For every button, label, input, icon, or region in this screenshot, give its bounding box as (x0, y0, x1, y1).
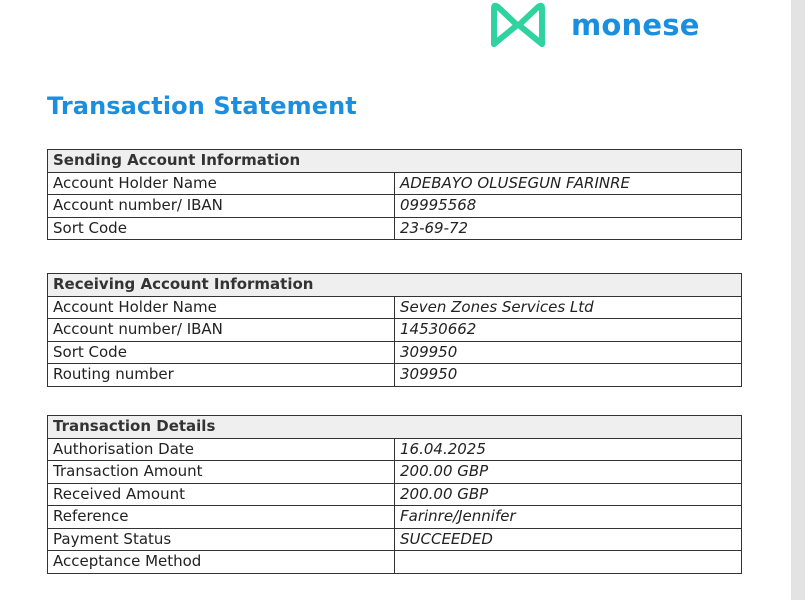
brand-name: monese (571, 8, 700, 42)
row-value: Farinre/Jennifer (394, 505, 742, 529)
table-row: Sort Code 309950 (47, 340, 742, 364)
row-value: 14530662 (394, 318, 742, 342)
row-label: Sort Code (47, 216, 395, 240)
row-value: ADEBAYO OLUSEGUN FARINRE (394, 171, 742, 195)
row-label: Received Amount (47, 482, 395, 506)
table-row: Sort Code 23-69-72 (47, 216, 742, 240)
section-heading: Transaction Details (47, 415, 742, 439)
row-value: Seven Zones Services Ltd (394, 295, 742, 319)
monese-logo-icon (491, 2, 545, 47)
row-label: Account Holder Name (47, 171, 395, 195)
table-row: Transaction Amount 200.00 GBP (47, 460, 742, 484)
table-row: Received Amount 200.00 GBP (47, 482, 742, 506)
row-label: Reference (47, 505, 395, 529)
section-heading: Receiving Account Information (47, 273, 742, 297)
row-label: Payment Status (47, 527, 395, 551)
row-label: Routing number (47, 363, 395, 387)
page-title: Transaction Statement (47, 92, 357, 120)
table-row: Account Holder Name Seven Zones Services… (47, 295, 742, 319)
row-label: Account number/ IBAN (47, 318, 395, 342)
table-row: Account number/ IBAN 14530662 (47, 318, 742, 342)
scrollbar-track[interactable] (791, 0, 805, 600)
row-label: Account Holder Name (47, 295, 395, 319)
row-value: 23-69-72 (394, 216, 742, 240)
row-value: 09995568 (394, 194, 742, 218)
sending-account-table: Sending Account Information Account Hold… (47, 149, 742, 240)
table-row: Account number/ IBAN 09995568 (47, 194, 742, 218)
row-value: 309950 (394, 340, 742, 364)
table-row: Routing number 309950 (47, 363, 742, 387)
row-value: 200.00 GBP (394, 460, 742, 484)
transaction-details-table: Transaction Details Authorisation Date 1… (47, 415, 742, 574)
row-value: SUCCEEDED (394, 527, 742, 551)
table-row: Acceptance Method (47, 550, 742, 574)
monese-logo: monese (489, 0, 700, 50)
row-value: 200.00 GBP (394, 482, 742, 506)
row-label: Sort Code (47, 340, 395, 364)
receiving-account-table: Receiving Account Information Account Ho… (47, 273, 742, 387)
row-value: 16.04.2025 (394, 437, 742, 461)
row-label: Account number/ IBAN (47, 194, 395, 218)
row-label: Acceptance Method (47, 550, 395, 574)
table-row: Authorisation Date 16.04.2025 (47, 437, 742, 461)
section-heading: Sending Account Information (47, 149, 742, 173)
table-row: Payment Status SUCCEEDED (47, 527, 742, 551)
row-value (394, 550, 742, 574)
row-label: Transaction Amount (47, 460, 395, 484)
table-row: Account Holder Name ADEBAYO OLUSEGUN FAR… (47, 171, 742, 195)
row-value: 309950 (394, 363, 742, 387)
table-row: Reference Farinre/Jennifer (47, 505, 742, 529)
row-label: Authorisation Date (47, 437, 395, 461)
